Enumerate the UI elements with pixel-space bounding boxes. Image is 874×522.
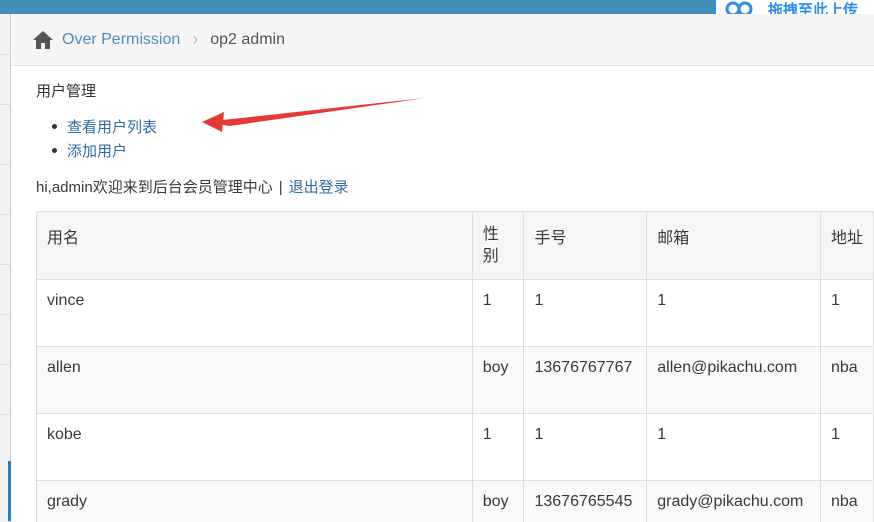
cell-username: vince <box>36 279 473 347</box>
cell-phone: 1 <box>523 279 648 347</box>
cell-gender: boy <box>471 480 525 522</box>
list-item: 添加用户 <box>52 138 157 162</box>
user-table: 用名 性别 手号 邮箱 地址 vince 1 1 1 1 allen boy 1… <box>36 211 874 522</box>
table-row: allen boy 13676767767 allen@pikachu.com … <box>36 346 874 414</box>
sidebar-collapsed <box>0 14 11 522</box>
cell-phone: 13676767767 <box>523 346 648 414</box>
cell-address: nba <box>819 346 874 414</box>
cell-gender: 1 <box>471 279 525 347</box>
separator: | <box>278 179 283 196</box>
cell-username: kobe <box>36 413 473 481</box>
cell-gender: 1 <box>471 413 525 481</box>
bullet-icon <box>52 123 57 129</box>
add-user-link[interactable]: 添加用户 <box>67 140 127 161</box>
welcome-text: hi,admin欢迎来到后台会员管理中心 <box>36 179 273 196</box>
breadcrumb-home-link[interactable]: Over Permission <box>62 31 180 49</box>
cell-email: allen@pikachu.com <box>646 346 821 414</box>
column-header-phone: 手号 <box>523 211 648 280</box>
cell-phone: 13676765545 <box>523 480 648 522</box>
sidebar-active-indicator <box>8 461 11 521</box>
column-header-gender: 性别 <box>471 211 525 280</box>
red-arrow-annotation <box>202 98 425 132</box>
chevron-right-icon: › <box>192 29 199 49</box>
cell-gender: boy <box>471 346 525 414</box>
logout-link[interactable]: 退出登录 <box>289 179 349 196</box>
breadcrumb: Over Permission › op2 admin <box>12 14 874 66</box>
cell-address: nba <box>819 480 874 522</box>
table-row: kobe 1 1 1 1 <box>36 413 874 481</box>
home-icon[interactable] <box>32 30 54 50</box>
cell-address: 1 <box>819 279 874 347</box>
column-header-username: 用名 <box>36 211 473 280</box>
cell-email: grady@pikachu.com <box>646 480 821 522</box>
column-header-address: 地址 <box>819 211 874 280</box>
view-user-list-link[interactable]: 查看用户列表 <box>67 116 157 137</box>
table-row: grady boy 13676765545 grady@pikachu.com … <box>36 480 874 522</box>
cell-phone: 1 <box>523 413 648 481</box>
cell-email: 1 <box>646 413 821 481</box>
cell-username: grady <box>36 480 473 522</box>
list-item: 查看用户列表 <box>52 114 157 138</box>
cell-username: allen <box>36 346 473 414</box>
table-row: vince 1 1 1 1 <box>36 279 874 347</box>
breadcrumb-current: op2 admin <box>210 30 285 48</box>
cell-email: 1 <box>646 279 821 347</box>
table-header-row: 用名 性别 手号 邮箱 地址 <box>36 211 874 280</box>
column-header-email: 邮箱 <box>646 211 821 280</box>
welcome-line: hi,admin欢迎来到后台会员管理中心 | 退出登录 <box>36 176 349 197</box>
section-title: 用户管理 <box>36 83 97 100</box>
cell-address: 1 <box>819 413 874 481</box>
user-menu-list: 查看用户列表 添加用户 <box>52 114 157 162</box>
bullet-icon <box>52 147 57 153</box>
